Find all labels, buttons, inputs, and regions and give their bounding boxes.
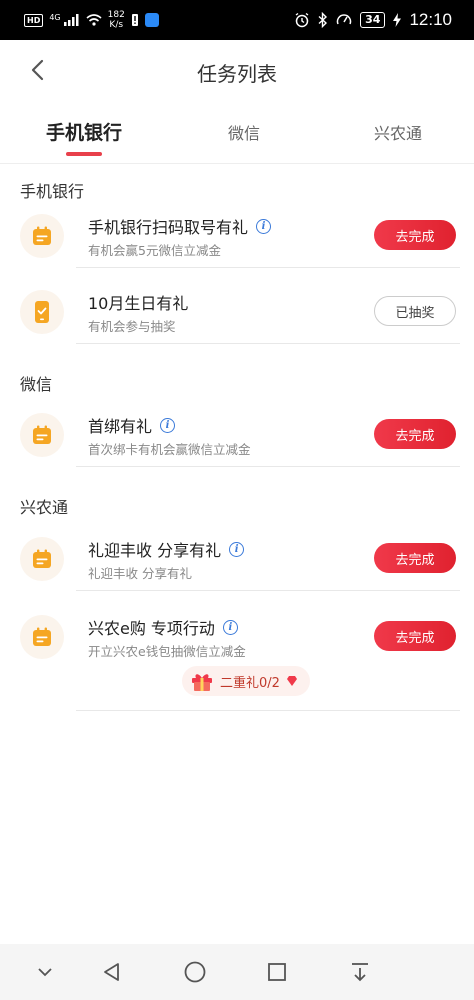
bonus-label: 二重礼0/2 (220, 675, 280, 691)
tab-xingnongtong[interactable]: 兴农通 (374, 120, 422, 144)
calendar-icon (33, 627, 51, 646)
speed-value: 182 (107, 10, 125, 20)
charging-icon (393, 13, 402, 27)
info-icon[interactable]: i (160, 417, 176, 433)
nav-home[interactable] (181, 958, 209, 986)
divider (76, 343, 460, 344)
complete-button[interactable]: 去完成 (374, 220, 456, 250)
status-right: 34 12:10 (294, 10, 452, 30)
chevron-down-icon (38, 968, 52, 977)
task-subtitle: 首次绑卡有机会赢微信立减金 (88, 442, 251, 457)
system-nav-bar (0, 944, 474, 1000)
complete-button[interactable]: 去完成 (374, 419, 456, 449)
task-title: 首绑有礼 i (88, 413, 176, 437)
nav-collapse[interactable] (31, 958, 59, 986)
info-icon[interactable]: i (229, 541, 245, 557)
page-title: 任务列表 (197, 62, 277, 86)
task-item: 首绑有礼 i 首次绑卡有机会赢微信立减金 去完成 (0, 397, 474, 467)
divider (76, 466, 460, 467)
calendar-icon (33, 425, 51, 444)
task-icon (20, 413, 64, 457)
calendar-icon (33, 226, 51, 245)
info-icon[interactable]: i (256, 218, 272, 234)
section-title-wechat: 微信 (20, 375, 53, 394)
app-notification-icon (144, 13, 159, 27)
task-item: 10月生日有礼 有机会参与抽奖 已抽奖 (0, 274, 474, 344)
task-title-text: 手机银行扫码取号有礼 (88, 218, 249, 237)
complete-button[interactable]: 去完成 (374, 543, 456, 573)
task-title: 手机银行扫码取号有礼 i (88, 214, 272, 238)
circle-home-icon (184, 961, 206, 983)
task-subtitle: 有机会赢5元微信立减金 (88, 243, 221, 258)
task-title: 兴农e购 专项行动 i (88, 615, 238, 639)
drawn-button[interactable]: 已抽奖 (374, 296, 456, 326)
speed-unit: K/s (109, 20, 124, 30)
alarm-icon (295, 12, 309, 28)
nav-notifications[interactable] (346, 958, 374, 986)
net-speed: 182 K/s (108, 10, 125, 30)
task-subtitle: 有机会参与抽奖 (88, 319, 176, 334)
divider (76, 267, 460, 268)
tab-bar: 手机银行 微信 兴农通 (0, 108, 474, 164)
calendar-icon (33, 549, 51, 568)
wifi-icon (86, 14, 102, 26)
task-icon (20, 537, 64, 581)
gift-icon (192, 674, 212, 691)
nav-recents[interactable] (263, 958, 291, 986)
status-bar: HD 4G 182 K/s 34 12:10 (0, 0, 474, 40)
task-item: 手机银行扫码取号有礼 i 有机会赢5元微信立减金 去完成 (0, 198, 474, 268)
task-title-text: 兴农e购 专项行动 (88, 619, 215, 638)
tab-mobile-banking[interactable]: 手机银行 (46, 118, 122, 145)
task-subtitle: 礼迎丰收 分享有礼 (88, 566, 192, 581)
task-title-text: 首绑有礼 (88, 417, 153, 436)
app-header: 任务列表 (0, 40, 474, 100)
pull-down-icon (352, 963, 368, 982)
bonus-progress-badge[interactable]: 二重礼0/2 (182, 666, 310, 696)
phone-check-icon (35, 301, 49, 323)
speed-gauge-icon (336, 14, 352, 25)
network-type: 4G (49, 12, 61, 22)
task-title: 礼迎丰收 分享有礼 i (88, 537, 245, 561)
task-title: 10月生日有礼 (88, 290, 188, 314)
section-title-xingnongtong: 兴农通 (20, 498, 69, 517)
bluetooth-icon (318, 12, 328, 28)
nav-back[interactable] (98, 958, 126, 986)
task-icon (20, 615, 64, 659)
divider (76, 590, 460, 591)
task-title-text: 礼迎丰收 分享有礼 (88, 541, 222, 560)
alert-icon (131, 14, 138, 26)
diamond-down-icon (286, 676, 297, 686)
info-icon[interactable]: i (222, 619, 238, 635)
battery-level: 34 (360, 12, 386, 28)
signal-icon (63, 14, 79, 26)
task-icon (20, 214, 64, 258)
triangle-back-icon (104, 963, 119, 981)
task-subtitle: 开立兴农e钱包抽微信立减金 (88, 644, 246, 659)
status-left: HD 4G 182 K/s (24, 10, 159, 30)
complete-button[interactable]: 去完成 (374, 621, 456, 651)
active-tab-indicator (66, 152, 102, 156)
divider (76, 710, 460, 711)
tab-wechat[interactable]: 微信 (228, 120, 260, 144)
hd-badge: HD (24, 13, 44, 27)
task-icon (20, 290, 64, 334)
square-recents-icon (268, 963, 286, 981)
task-item: 礼迎丰收 分享有礼 i 礼迎丰收 分享有礼 去完成 (0, 521, 474, 591)
task-title-text: 10月生日有礼 (88, 294, 189, 313)
clock: 12:10 (409, 10, 452, 29)
